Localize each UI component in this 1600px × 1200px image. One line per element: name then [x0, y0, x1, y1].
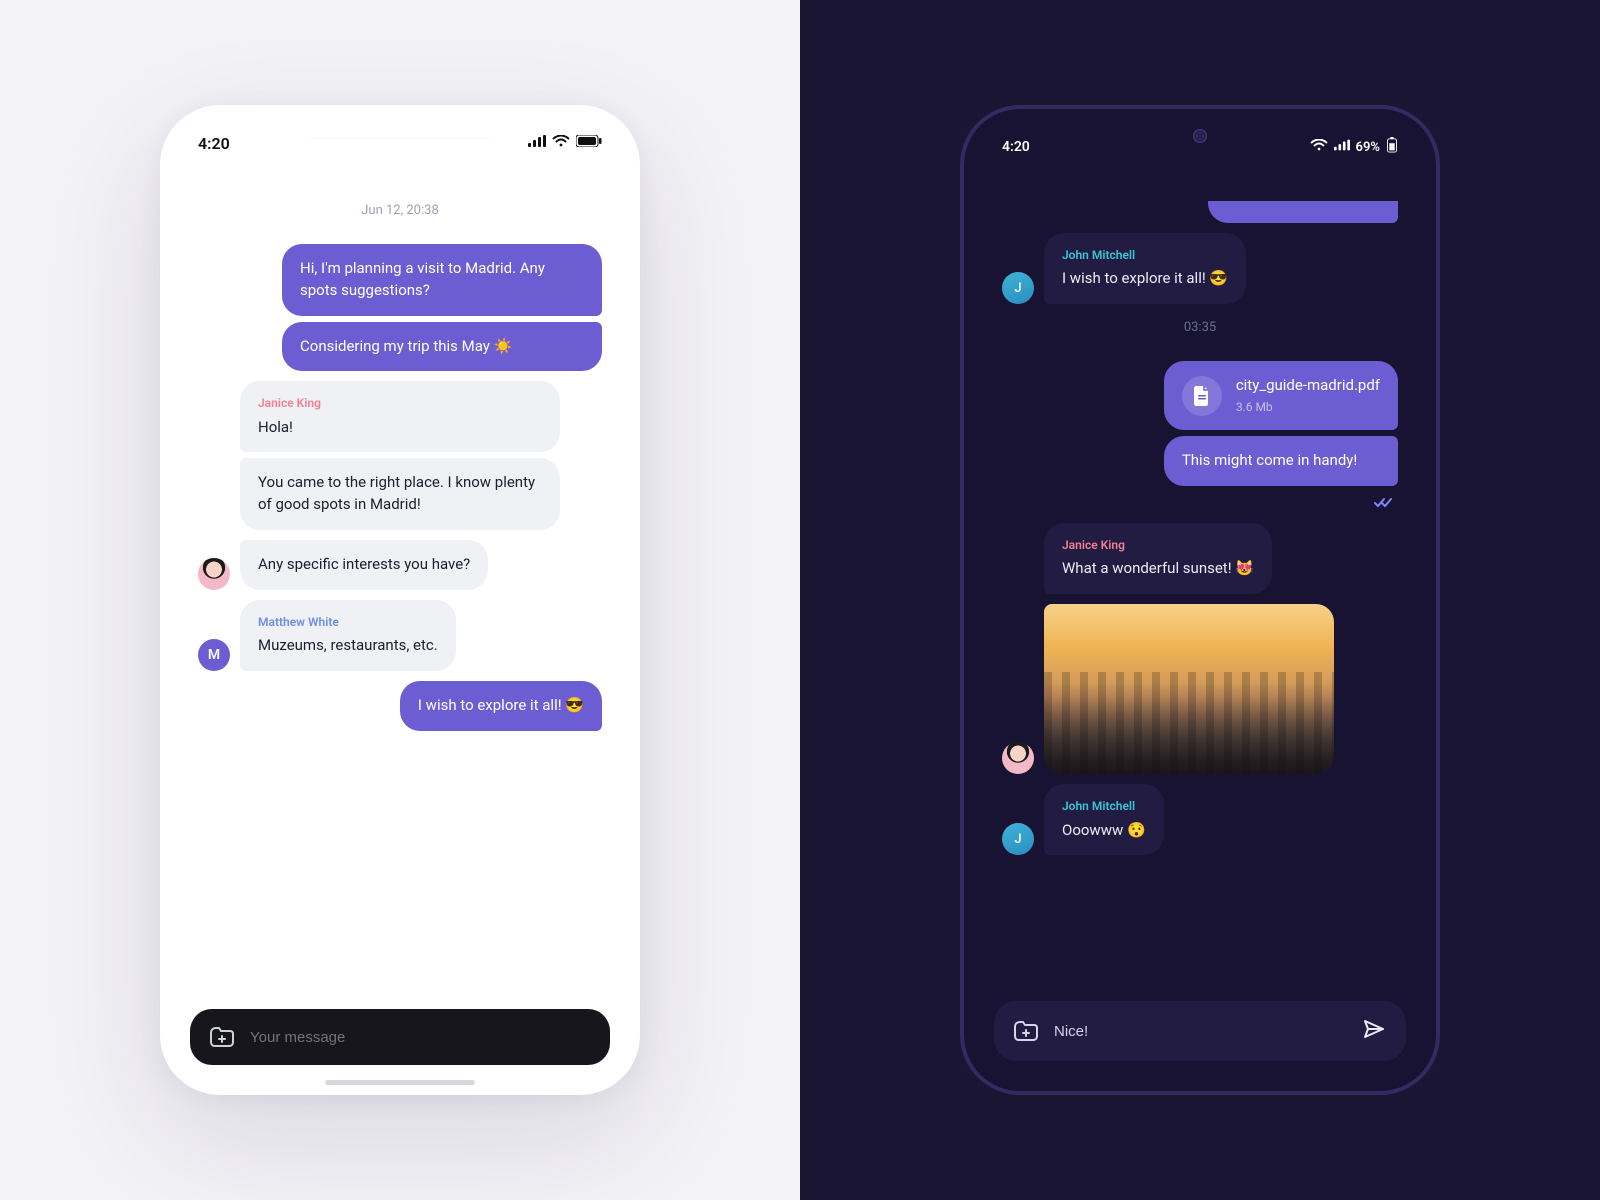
attach-button[interactable] — [208, 1025, 236, 1049]
avatar-janice[interactable] — [198, 558, 230, 590]
avatar-initial: M — [208, 647, 220, 663]
avatar-matthew[interactable]: M — [198, 639, 230, 671]
message-row: Any specific interests you have? — [198, 540, 602, 590]
message-bubble-incoming[interactable]: John Mitchell Ooowww 😯 — [1044, 784, 1164, 855]
message-peek-outgoing — [1208, 201, 1398, 223]
message-row: M Matthew White Muzeums, restaurants, et… — [198, 600, 602, 671]
status-indicators — [528, 135, 602, 151]
message-row: Janice King Hola! You came to the right … — [198, 381, 602, 530]
message-text: What a wonderful sunset! 😻 — [1062, 559, 1254, 577]
message-input[interactable] — [1054, 1023, 1348, 1040]
avatar-initial: J — [1014, 832, 1021, 847]
attach-button[interactable] — [1012, 1019, 1040, 1043]
message-bubble-incoming[interactable]: You came to the right place. I know plen… — [240, 458, 560, 530]
file-size: 3.6 Mb — [1236, 399, 1380, 416]
sender-name: Janice King — [1062, 537, 1254, 554]
sender-name: Janice King — [258, 395, 542, 412]
battery-icon — [576, 135, 602, 151]
cellular-icon — [1334, 139, 1350, 155]
avatar-john[interactable]: J — [1002, 823, 1034, 855]
message-bubble-outgoing[interactable]: This might come in handy! — [1164, 436, 1398, 486]
message-text: I wish to explore it all! 😎 — [1062, 269, 1228, 287]
read-receipt-icon — [1374, 494, 1394, 513]
message-row: I wish to explore it all! 😎 — [198, 681, 602, 731]
message-row: city_guide-madrid.pdf 3.6 Mb This might … — [1002, 361, 1398, 486]
avatar-spacer — [1002, 562, 1034, 594]
message-bubble-outgoing[interactable]: Considering my trip this May ☀️ — [282, 322, 602, 372]
message-bubble-outgoing[interactable]: Hi, I'm planning a visit to Madrid. Any … — [282, 244, 602, 316]
message-bubble-incoming[interactable]: Janice King Hola! — [240, 381, 560, 452]
sender-name: Matthew White — [258, 614, 438, 631]
message-bubble-incoming[interactable]: Janice King What a wonderful sunset! 😻 — [1044, 523, 1272, 594]
sender-name: John Mitchell — [1062, 798, 1146, 815]
messages-scroll[interactable]: J John Mitchell I wish to explore it all… — [984, 173, 1416, 991]
messages-scroll[interactable]: Jun 12, 20:38 Hi, I'm planning a visit t… — [180, 169, 620, 999]
status-time: 4:20 — [1002, 139, 1030, 155]
date-separator: Jun 12, 20:38 — [198, 203, 602, 218]
avatar-janice[interactable] — [1002, 742, 1034, 774]
camera-pinhole — [1193, 129, 1207, 143]
status-time: 4:20 — [198, 134, 230, 153]
message-text: Muzeums, restaurants, etc. — [258, 636, 438, 654]
avatar-spacer — [198, 498, 230, 530]
wifi-icon — [1310, 139, 1328, 155]
time-separator: 03:35 — [1002, 320, 1398, 335]
avatar-john[interactable]: J — [1002, 272, 1034, 304]
message-row: J John Mitchell I wish to explore it all… — [1002, 233, 1398, 304]
file-name: city_guide-madrid.pdf — [1236, 375, 1380, 397]
panel-dark: 4:20 69% J — [800, 0, 1600, 1200]
message-text: Ooowww 😯 — [1062, 821, 1146, 839]
avatar-initial: J — [1014, 281, 1021, 296]
chat-area: J John Mitchell I wish to explore it all… — [984, 173, 1416, 1071]
file-attachment-bubble[interactable]: city_guide-madrid.pdf 3.6 Mb — [1164, 361, 1398, 430]
chat-area: Jun 12, 20:38 Hi, I'm planning a visit t… — [180, 169, 620, 1075]
message-row — [1002, 604, 1398, 774]
panel-light: 4:20 Jun 12, 20:38 Hi, I'm planning a v — [0, 0, 800, 1200]
message-input[interactable] — [250, 1029, 592, 1046]
file-icon — [1182, 376, 1222, 416]
message-composer[interactable] — [190, 1009, 610, 1065]
cellular-icon — [528, 135, 546, 151]
send-button[interactable] — [1362, 1017, 1388, 1045]
status-indicators: 69% — [1310, 137, 1398, 157]
phone-frame-dark: 4:20 69% J — [960, 105, 1440, 1095]
message-bubble-incoming[interactable]: Matthew White Muzeums, restaurants, etc. — [240, 600, 456, 671]
image-attachment[interactable] — [1044, 604, 1334, 774]
home-indicator — [325, 1080, 475, 1085]
message-bubble-incoming[interactable]: Any specific interests you have? — [240, 540, 488, 590]
battery-percent: 69% — [1356, 140, 1380, 155]
message-text: Hola! — [258, 418, 293, 436]
status-bar: 4:20 — [180, 125, 620, 161]
wifi-icon — [552, 135, 570, 151]
sender-name: John Mitchell — [1062, 247, 1228, 264]
message-bubble-incoming[interactable]: John Mitchell I wish to explore it all! … — [1044, 233, 1246, 304]
message-row: Hi, I'm planning a visit to Madrid. Any … — [198, 244, 602, 371]
phone-frame-light: 4:20 Jun 12, 20:38 Hi, I'm planning a v — [160, 105, 640, 1095]
message-bubble-outgoing[interactable]: I wish to explore it all! 😎 — [400, 681, 602, 731]
battery-icon — [1386, 137, 1398, 157]
message-row: J John Mitchell Ooowww 😯 — [1002, 784, 1398, 855]
message-row: Janice King What a wonderful sunset! 😻 — [1002, 523, 1398, 594]
message-composer[interactable] — [994, 1001, 1406, 1061]
